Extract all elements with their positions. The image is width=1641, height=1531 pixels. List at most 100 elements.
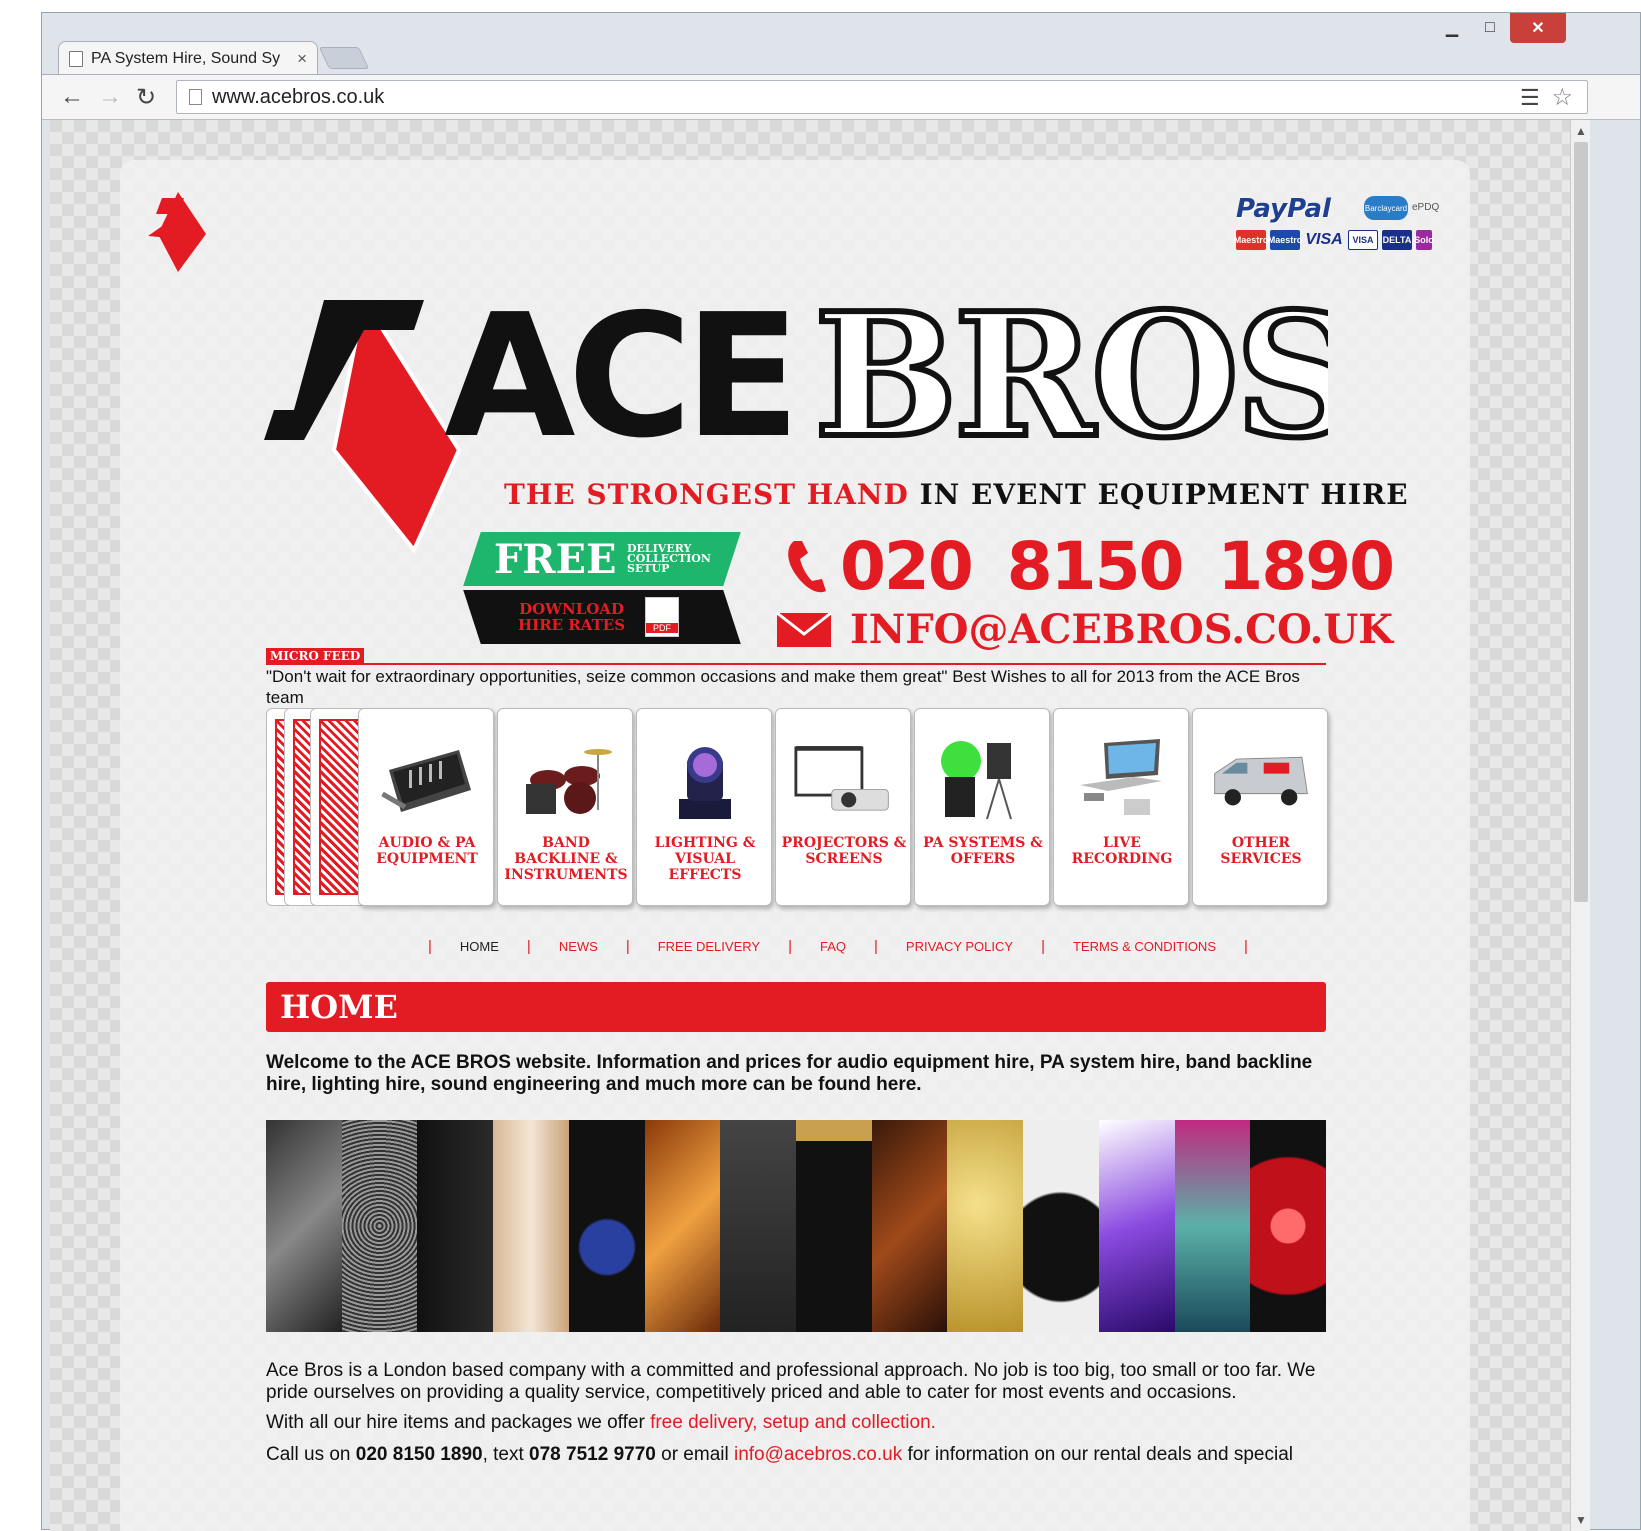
nav-home[interactable]: HOME	[460, 939, 499, 954]
forward-arrow-icon[interactable]: →	[98, 83, 122, 111]
tab-acebros[interactable]: PA System Hire, Sound Sy ×	[58, 41, 318, 75]
nav-separator: |	[428, 938, 432, 955]
free-delivery-badge[interactable]: FREE DELIVERY COLLECTION SETUP	[463, 532, 741, 586]
page-title: HOME	[280, 988, 398, 1026]
nav-privacy-policy[interactable]: PRIVACY POLICY	[906, 939, 1013, 954]
tab-close-icon[interactable]: ×	[297, 49, 307, 69]
photo-les-paul	[644, 1120, 721, 1332]
card-logos: Maestro Maestro VISA VISA DELTA Solo	[1234, 230, 1434, 250]
service-card-audio[interactable]: AUDIO & PA EQUIPMENT	[358, 708, 494, 906]
service-card-other[interactable]: OTHER SERVICES	[1192, 708, 1328, 906]
service-card-backline[interactable]: BAND BACKLINE & INSTRUMENTS	[497, 708, 633, 906]
photo-dw-drum	[1023, 1120, 1099, 1332]
service-card-pa-systems[interactable]: PA SYSTEMS & OFFERS	[914, 708, 1050, 906]
service-card-live-recording[interactable]: LIVE RECORDING	[1053, 708, 1189, 906]
minimize-button[interactable]: ▁	[1432, 13, 1472, 43]
free-label: FREE	[494, 535, 617, 583]
service-label: AUDIO & PA EQUIPMENT	[376, 835, 478, 867]
contact-email-link[interactable]: info@acebros.co.uk	[734, 1444, 902, 1465]
nav-terms-conditions[interactable]: TERMS & CONDITIONS	[1073, 939, 1216, 954]
reload-icon[interactable]: ↻	[136, 83, 156, 112]
contact-text: for information on our rental deals and …	[902, 1444, 1293, 1465]
address-bar[interactable]: www.acebros.co.uk ☆	[176, 80, 1588, 114]
email-block: INFO@ACEBROS.CO.UK	[776, 606, 1393, 653]
service-label: LIVE RECORDING	[1071, 835, 1173, 867]
moving-light-icon	[655, 737, 755, 823]
tagline: THE STRONGEST HAND IN EVENT EQUIPMENT HI…	[504, 478, 1409, 511]
pdf-icon: PDF	[645, 597, 680, 637]
hire-rates-text: HIRE RATES	[518, 616, 626, 634]
service-card-projectors[interactable]: PROJECTORS & SCREENS	[775, 708, 911, 906]
contact-mobile: 078 7512 9770	[529, 1444, 656, 1465]
download-hire-rates-button[interactable]: DOWNLOAD HIRE RATES PDF	[463, 590, 741, 644]
main-navigation: | HOME | NEWS | FREE DELIVERY | FAQ | PR…	[400, 938, 1276, 955]
nav-news[interactable]: NEWS	[559, 939, 598, 954]
photo-drums	[871, 1120, 948, 1332]
micro-feed-divider	[266, 663, 1326, 665]
contact-phone: 020 8150 1890	[355, 1444, 483, 1465]
page-container: PayPal Barclaycard ePDQ Maestro Maestro …	[120, 160, 1470, 1531]
page-heading-bar: HOME	[266, 982, 1326, 1032]
drums-icon	[516, 737, 616, 823]
page-icon	[69, 50, 83, 67]
free-sub-labels: DELIVERY COLLECTION SETUP	[626, 542, 711, 575]
contact-text: Call us on	[266, 1444, 356, 1465]
visa-electron-icon: VISA	[1348, 230, 1378, 250]
browser-toolbar: ← → ↻ www.acebros.co.uk ☆ ☰	[42, 74, 1640, 120]
van-icon	[1211, 737, 1311, 823]
photo-mixer	[266, 1120, 342, 1332]
bookmark-star-icon[interactable]: ☆	[1551, 83, 1573, 112]
photo-par-can	[1250, 1120, 1326, 1332]
barclaycard-logo: Barclaycard	[1364, 196, 1408, 220]
back-arrow-icon[interactable]: ←	[60, 83, 84, 111]
email-address[interactable]: INFO@ACEBROS.CO.UK	[850, 606, 1393, 653]
service-card-lighting[interactable]: LIGHTING & VISUAL EFFECTS	[636, 708, 772, 906]
photo-smoke	[1174, 1120, 1251, 1332]
close-window-button[interactable]: ✕	[1510, 13, 1566, 43]
page-icon	[189, 89, 202, 105]
nav-separator: |	[625, 938, 630, 955]
photo-orange-amp	[720, 1120, 797, 1332]
photo-cymbal	[947, 1120, 1024, 1332]
nav-free-delivery[interactable]: FREE DELIVERY	[658, 939, 760, 954]
phone-block: 020 8150 1890	[784, 528, 1395, 605]
scrollbar-thumb[interactable]	[1574, 142, 1588, 902]
service-label: BAND BACKLINE & INSTRUMENTS	[504, 835, 628, 883]
services-row: AUDIO & PA EQUIPMENT BAND BACKLINE & INS…	[266, 708, 1332, 908]
tagline-red: THE STRONGEST HAND	[504, 478, 909, 511]
ace-diamond-logo-icon	[148, 192, 206, 272]
photo-marshall	[796, 1120, 872, 1332]
contact-paragraph: Call us on 020 8150 1890, text 078 7512 …	[266, 1444, 1326, 1466]
new-tab-button[interactable]	[318, 47, 370, 69]
scroll-down-icon[interactable]: ▼	[1575, 1513, 1587, 1527]
nav-separator: |	[874, 938, 878, 955]
delivery-text: With all our hire items and packages we …	[266, 1412, 651, 1433]
vertical-scrollbar[interactable]: ▲ ▼	[1570, 120, 1590, 1531]
phone-number[interactable]: 020 8150 1890	[840, 528, 1395, 605]
scroll-up-icon[interactable]: ▲	[1575, 124, 1587, 138]
photo-speaker	[417, 1120, 494, 1332]
envelope-icon	[776, 611, 832, 647]
browser-window: PA System Hire, Sound Sy × ▁ □ ✕ ← → ↻ w…	[41, 12, 1641, 1531]
setup-label: SETUP	[626, 562, 670, 575]
nav-separator: |	[526, 938, 531, 955]
nav-separator: |	[1041, 938, 1045, 955]
micro-feed-text: "Don't wait for extraordinary opportunit…	[266, 667, 1300, 707]
maximize-button[interactable]: □	[1470, 13, 1510, 43]
delta-card-icon: DELTA	[1382, 230, 1412, 250]
welcome-text: Welcome to the ACE BROS website. Informa…	[266, 1052, 1313, 1095]
pdf-label: PDF	[646, 623, 679, 633]
service-label: LIGHTING & VISUAL EFFECTS	[654, 835, 756, 883]
service-label: PROJECTORS & SCREENS	[781, 835, 907, 867]
tab-strip: PA System Hire, Sound Sy × ▁ □ ✕	[42, 13, 1640, 75]
photo-light-beam	[1098, 1120, 1175, 1332]
chrome-menu-icon[interactable]: ☰	[1520, 85, 1540, 111]
photo-microphone	[341, 1120, 418, 1332]
service-label: OTHER SERVICES	[1220, 835, 1302, 867]
download-label: DOWNLOAD HIRE RATES	[518, 600, 626, 634]
laptop-icon	[1072, 737, 1172, 823]
solo-card-icon: Solo	[1414, 230, 1434, 250]
nav-faq[interactable]: FAQ	[820, 939, 846, 954]
mixer-icon	[377, 737, 477, 823]
free-delivery-link[interactable]: free delivery, setup and collection.	[650, 1412, 936, 1433]
